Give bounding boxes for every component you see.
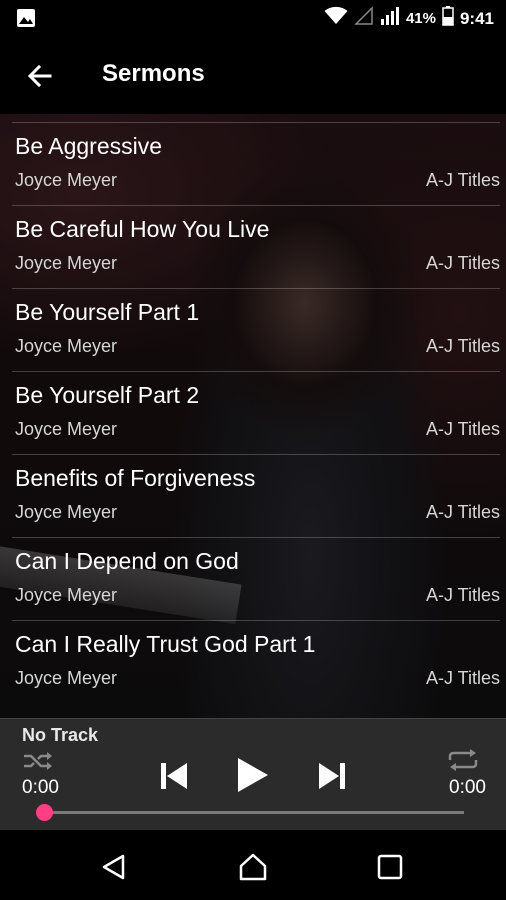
sermon-artist: Joyce Meyer <box>15 170 118 190</box>
shuffle-button[interactable] <box>22 751 54 771</box>
shuffle-icon <box>24 752 52 770</box>
nav-recents-button[interactable] <box>375 852 405 882</box>
recents-icon <box>377 854 403 880</box>
sermon-category: A-J Titles <box>425 170 500 190</box>
list-item[interactable]: Be Yourself Part 1 Joyce Meyer A-J Title… <box>12 288 500 371</box>
sermon-title: Be Yourself Part 1 <box>15 299 200 325</box>
previous-button[interactable] <box>157 759 191 793</box>
list-item[interactable]: Benefits of Forgiveness Joyce Meyer A-J … <box>12 454 500 537</box>
sermon-artist: Joyce Meyer <box>15 585 118 605</box>
list-item[interactable]: Be Yourself Part 2 Joyce Meyer A-J Title… <box>12 371 500 454</box>
total-time: 0:00 <box>449 777 486 798</box>
battery-percent: 41% <box>405 10 436 27</box>
sermon-category: A-J Titles <box>425 336 500 356</box>
list-item[interactable]: Be Careful How You Live Joyce Meyer A-J … <box>12 205 500 288</box>
list-item[interactable]: Can I Really Trust God Part 1 Joyce Meye… <box>12 620 500 703</box>
sermon-artist: Joyce Meyer <box>15 502 118 522</box>
sermon-title: Benefits of Forgiveness <box>15 465 256 491</box>
seek-thumb[interactable] <box>35 804 53 821</box>
sermon-title: Can I Really Trust God Part 1 <box>15 631 316 657</box>
repeat-icon <box>448 749 478 771</box>
status-icons: 41% 9:41 <box>324 6 494 31</box>
play-icon <box>238 758 268 792</box>
previous-icon <box>161 763 187 789</box>
sermon-category: A-J Titles <box>425 253 500 273</box>
system-nav-bar <box>0 830 506 900</box>
nav-home-button[interactable] <box>238 852 268 882</box>
arrow-left-icon <box>27 64 52 88</box>
page-title: Sermons <box>102 60 205 87</box>
list-item[interactable]: Can I Depend on God Joyce Meyer A-J Titl… <box>12 537 500 620</box>
list-item[interactable]: Be Aggressive Joyce Meyer A-J Titles <box>12 122 500 205</box>
sermon-category: A-J Titles <box>425 419 500 439</box>
sermon-title: Can I Depend on God <box>15 548 239 574</box>
nav-back-button[interactable] <box>99 852 129 882</box>
sermon-list-container[interactable]: Be Aggressive Joyce Meyer A-J Titles Be … <box>0 114 506 718</box>
back-triangle-icon <box>102 854 125 880</box>
sermon-artist: Joyce Meyer <box>15 336 118 356</box>
app-bar: Sermons <box>0 36 506 114</box>
repeat-button[interactable] <box>446 749 480 771</box>
sermon-title: Be Careful How You Live <box>15 216 270 242</box>
back-button[interactable] <box>24 60 56 92</box>
elapsed-time: 0:00 <box>22 777 59 798</box>
sermon-artist: Joyce Meyer <box>15 253 118 273</box>
sermon-list: Be Aggressive Joyce Meyer A-J Titles Be … <box>0 122 506 703</box>
sermon-category: A-J Titles <box>425 668 500 688</box>
next-button[interactable] <box>315 759 349 793</box>
sermon-category: A-J Titles <box>425 502 500 522</box>
clock: 9:41 <box>459 8 494 28</box>
signal-empty-icon <box>354 6 374 31</box>
sermon-title: Be Aggressive <box>15 133 163 159</box>
next-icon <box>319 763 345 789</box>
media-player: No Track 0:00 0:00 <box>0 718 506 831</box>
home-icon <box>239 853 267 881</box>
status-bar: 41% 9:41 <box>0 0 506 36</box>
sermon-artist: Joyce Meyer <box>15 419 118 439</box>
battery-icon <box>442 6 454 31</box>
sermon-category: A-J Titles <box>425 585 500 605</box>
track-name: No Track <box>22 725 99 745</box>
signal-icon <box>380 6 400 31</box>
seek-bar[interactable] <box>44 811 464 814</box>
wifi-icon <box>324 6 348 31</box>
image-notification-icon <box>16 8 36 33</box>
sermon-title: Be Yourself Part 2 <box>15 382 200 408</box>
sermon-artist: Joyce Meyer <box>15 668 118 688</box>
play-button[interactable] <box>232 755 272 795</box>
